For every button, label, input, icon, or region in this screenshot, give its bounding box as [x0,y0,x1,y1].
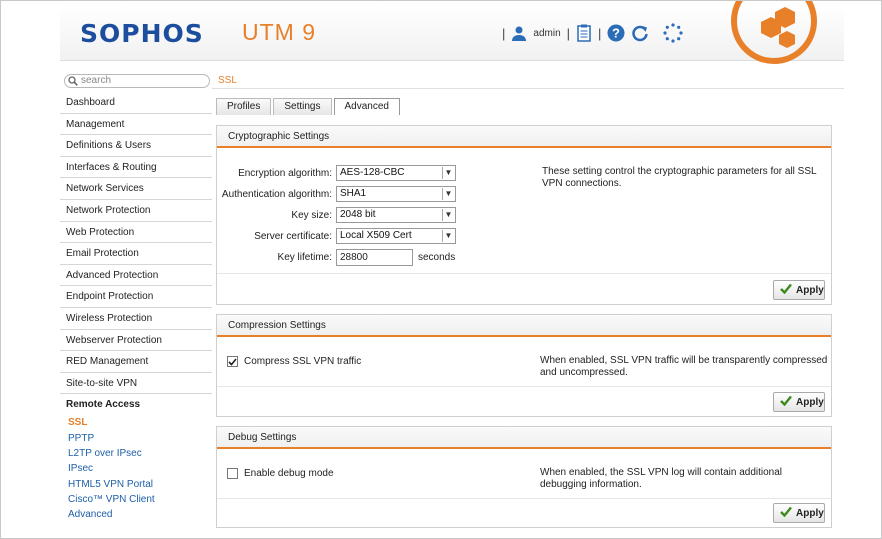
tab-settings[interactable]: Settings [273,98,332,115]
selected-value: SHA1 [340,188,367,199]
debug-mode-label: Enable debug mode [244,468,334,479]
panel-footer-divider [217,386,831,387]
sidebar-item-red-management[interactable]: RED Management [60,351,212,373]
sidebar-section-remote-access[interactable]: Remote Access [60,394,212,415]
sidebar-subitem-l2tp[interactable]: L2TP over IPsec [60,446,212,461]
breadcrumb: SSL [218,75,237,86]
separator: | [502,25,506,41]
compression-settings-panel: Compression Settings Compress SSL VPN tr… [216,314,832,417]
crypto-settings-panel: Cryptographic Settings Encryption algori… [216,125,832,305]
sidebar-item-network-services[interactable]: Network Services [60,178,212,200]
separator: | [598,25,602,41]
selected-value: 2048 bit [340,209,376,220]
search-placeholder: search [81,75,112,86]
activity-spinner-icon [663,23,684,43]
tab-profiles[interactable]: Profiles [216,98,272,115]
sidebar-item-wireless-protection[interactable]: Wireless Protection [60,307,212,330]
sidebar-subitem-html5-vpn-portal[interactable]: HTML5 VPN Portal [60,477,212,492]
authentication-algorithm-select[interactable]: SHA1 ▼ [336,186,456,202]
encryption-algorithm-select[interactable]: AES-128-CBC ▼ [336,165,456,181]
panel-footer-divider [217,498,831,499]
search-icon [68,76,78,90]
apply-label: Apply [796,284,824,296]
sidebar-item-management[interactable]: Management [60,113,212,136]
sidebar-item-definitions-users[interactable]: Definitions & Users [60,135,212,157]
sidebar-item-dashboard[interactable]: Dashboard [60,92,212,114]
encryption-algorithm-label: Encryption algorithm: [238,168,332,179]
search-input[interactable]: search [64,74,210,88]
sidebar-item-interfaces-routing[interactable]: Interfaces & Routing [60,156,212,179]
checkmark-icon [780,283,792,297]
compression-apply-button[interactable]: Apply [773,392,825,412]
server-certificate-label: Server certificate: [254,231,332,242]
header-toolbar: | admin | | ? [502,23,684,43]
debug-mode-checkbox[interactable] [227,468,238,479]
debug-settings-panel: Debug Settings Enable debug mode When en… [216,426,832,528]
sidebar-item-endpoint-protection[interactable]: Endpoint Protection [60,286,212,308]
clipboard-icon[interactable] [576,24,592,42]
sidebar-nav: Dashboard Management Definitions & Users… [60,92,212,522]
sidebar-item-webserver-protection[interactable]: Webserver Protection [60,329,212,352]
panel-footer-divider [217,273,831,274]
key-size-select[interactable]: 2048 bit ▼ [336,207,456,223]
tab-bar: Profiles Settings Advanced [216,98,400,115]
selected-value: AES-128-CBC [340,167,405,178]
hexagon-emblem-icon [731,1,817,65]
product-name: UTM 9 [242,19,316,45]
authentication-algorithm-label: Authentication algorithm: [221,189,332,200]
svg-text:?: ? [612,26,620,41]
sidebar-subitem-cisco-vpn-client[interactable]: Cisco™ VPN Client [60,492,212,507]
username[interactable]: admin [533,28,560,39]
compress-traffic-label: Compress SSL VPN traffic [244,356,362,367]
chevron-down-icon: ▼ [442,230,454,242]
debug-description: When enabled, the SSL VPN log will conta… [540,467,783,490]
compression-description: When enabled, SSL VPN traffic will be tr… [540,355,828,378]
divider [212,88,844,89]
sophos-logo: SOPHOS [80,19,204,48]
checkmark-icon [780,506,792,520]
panel-title: Cryptographic Settings [217,126,831,148]
checkmark-icon [780,395,792,409]
sidebar-subitem-advanced[interactable]: Advanced [60,507,212,522]
panel-title: Compression Settings [217,315,831,337]
apply-label: Apply [796,396,824,408]
key-size-label: Key size: [291,210,332,221]
sidebar-item-email-protection[interactable]: Email Protection [60,243,212,265]
user-icon[interactable] [511,25,527,41]
sidebar-item-web-protection[interactable]: Web Protection [60,221,212,244]
sidebar-subitem-pptp[interactable]: PPTP [60,431,212,446]
panel-title: Debug Settings [217,427,831,449]
sidebar-item-advanced-protection[interactable]: Advanced Protection [60,264,212,287]
crypto-apply-button[interactable]: Apply [773,280,825,300]
debug-apply-button[interactable]: Apply [773,503,825,523]
reload-icon[interactable] [631,24,649,42]
sidebar-subitem-ipsec[interactable]: IPsec [60,461,212,476]
key-lifetime-unit: seconds [418,252,456,263]
chevron-down-icon: ▼ [442,209,454,221]
sidebar-item-network-protection[interactable]: Network Protection [60,199,212,222]
separator: | [566,25,571,41]
server-certificate-select[interactable]: Local X509 Cert ▼ [336,228,456,244]
sidebar-subitem-ssl[interactable]: SSL [60,415,212,430]
key-lifetime-label: Key lifetime: [277,252,332,263]
crypto-description: These setting control the cryptographic … [542,166,817,189]
chevron-down-icon: ▼ [442,167,454,179]
key-lifetime-input[interactable]: 28800 [336,249,413,266]
compress-traffic-checkbox[interactable] [227,356,238,367]
chevron-down-icon: ▼ [442,188,454,200]
sidebar-item-site-to-site-vpn[interactable]: Site-to-site VPN [60,372,212,395]
apply-label: Apply [796,507,824,519]
app-header: SOPHOS UTM 9 | admin | | ? [60,1,844,64]
tab-advanced[interactable]: Advanced [333,98,400,115]
help-icon[interactable]: ? [607,24,625,42]
selected-value: Local X509 Cert [340,230,412,241]
